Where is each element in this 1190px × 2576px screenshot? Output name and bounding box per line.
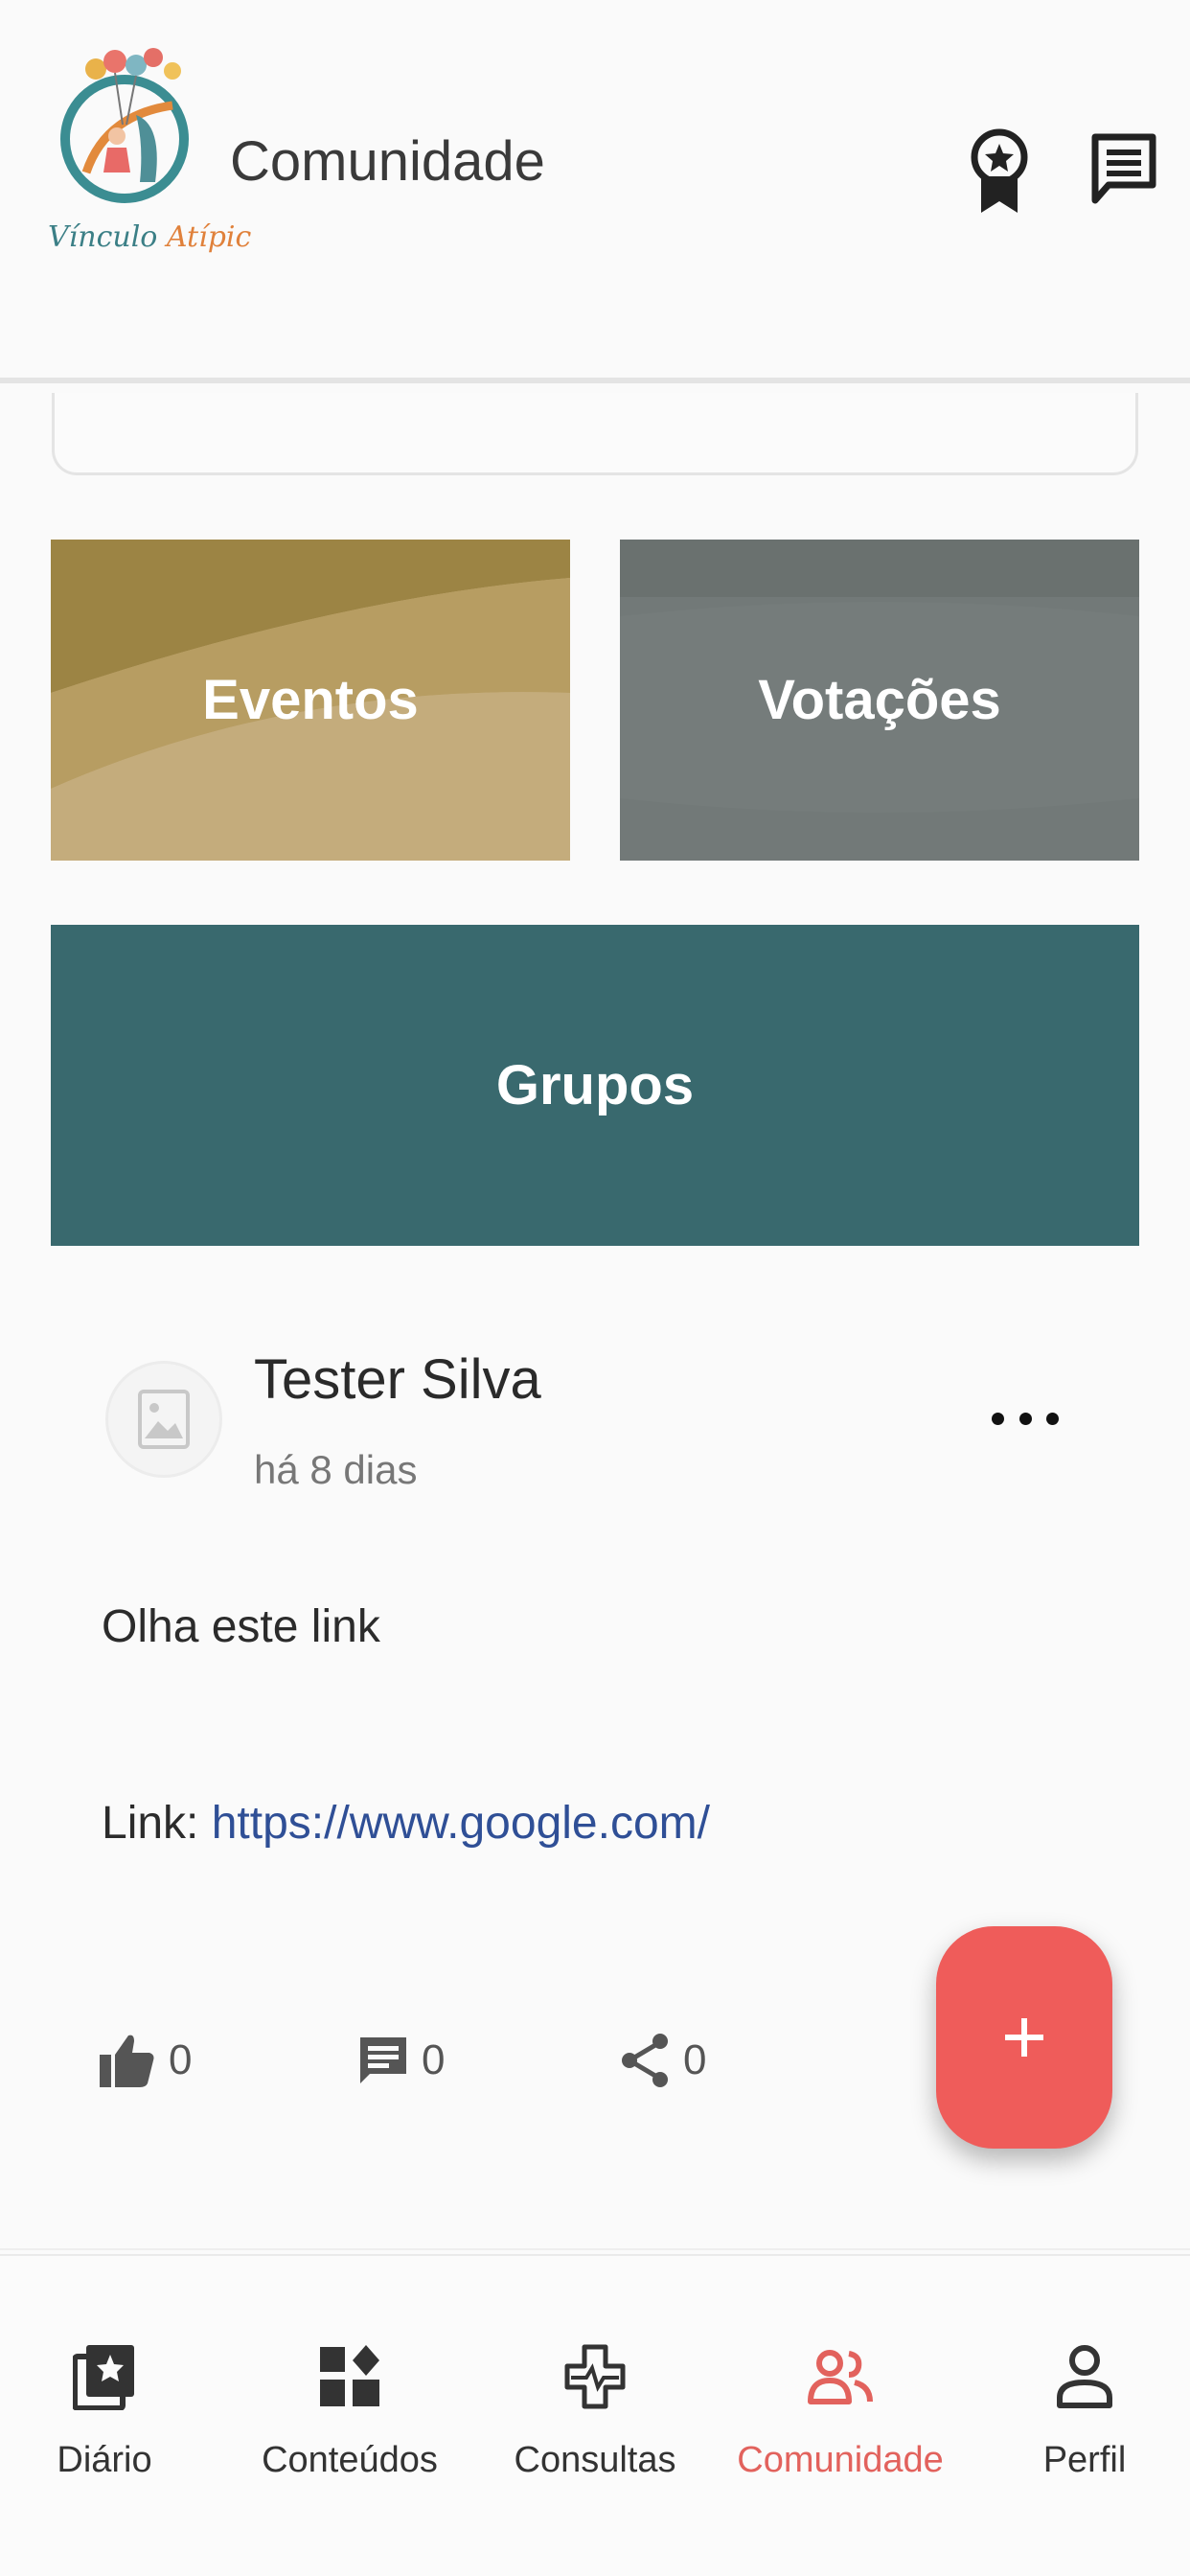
avatar[interactable] bbox=[105, 1361, 222, 1478]
grupos-label: Grupos bbox=[495, 1054, 695, 1116]
nav-item-consultas[interactable]: Consultas bbox=[476, 2340, 714, 2513]
nav-label-consultas: Consultas bbox=[514, 2440, 676, 2480]
collapsed-card bbox=[52, 393, 1138, 475]
more-options-icon[interactable] bbox=[992, 1399, 1059, 1438]
share-count: 0 bbox=[683, 2036, 707, 2083]
nav-label-diario: Diário bbox=[57, 2440, 152, 2480]
app-logo: Vínculo Atípic bbox=[48, 48, 251, 268]
post-text: Olha este link bbox=[102, 1601, 380, 1652]
comment-button[interactable]: 0 bbox=[356, 2017, 445, 2104]
comment-icon bbox=[360, 2037, 406, 2083]
nav-label-perfil: Perfil bbox=[1042, 2440, 1127, 2480]
nav-label-comunidade: Comunidade bbox=[737, 2440, 944, 2480]
post-divider bbox=[0, 2248, 1190, 2250]
nav-item-comunidade[interactable]: Comunidade bbox=[721, 2340, 959, 2513]
widgets-icon bbox=[313, 2340, 386, 2413]
grupos-tile[interactable]: Grupos bbox=[51, 925, 1139, 1246]
comment-count: 0 bbox=[422, 2036, 446, 2083]
logo-text-accent: Atípic bbox=[166, 220, 252, 254]
post-time: há 8 dias bbox=[254, 1447, 418, 1492]
post-author[interactable]: Tester Silva bbox=[254, 1347, 541, 1412]
thumbs-up-icon bbox=[100, 2035, 154, 2087]
page-title: Comunidade bbox=[230, 130, 545, 193]
share-button[interactable]: 0 bbox=[618, 2017, 706, 2104]
nav-label-conteudos: Conteúdos bbox=[262, 2440, 438, 2480]
medical-cross-icon bbox=[559, 2340, 631, 2413]
eventos-tile[interactable]: Eventos bbox=[51, 540, 570, 861]
nav-item-perfil[interactable]: Perfil bbox=[966, 2340, 1190, 2513]
nav-item-diario[interactable]: Diário bbox=[0, 2340, 223, 2513]
app-header: Vínculo Atípic Comunidade bbox=[0, 0, 1190, 383]
votacoes-tile[interactable]: Votações bbox=[620, 540, 1139, 861]
like-count: 0 bbox=[169, 2036, 193, 2083]
votacoes-label: Votações bbox=[758, 669, 1001, 731]
post-link-row: Link: https://www.google.com/ bbox=[102, 1797, 710, 1850]
plus-icon bbox=[1005, 2018, 1043, 2057]
post-link[interactable]: https://www.google.com/ bbox=[212, 1798, 710, 1849]
people-icon bbox=[804, 2340, 877, 2413]
add-post-button[interactable] bbox=[936, 1926, 1112, 2149]
badge-icon[interactable] bbox=[958, 125, 1041, 217]
person-icon bbox=[1048, 2340, 1121, 2413]
chat-icon[interactable] bbox=[1083, 125, 1165, 217]
like-button[interactable]: 0 bbox=[96, 2017, 192, 2104]
eventos-label: Eventos bbox=[202, 669, 419, 731]
post-link-label: Link: bbox=[102, 1798, 212, 1849]
nav-item-conteudos[interactable]: Conteúdos bbox=[231, 2340, 469, 2513]
logo-text-primary: Vínculo bbox=[48, 220, 158, 254]
bottom-nav: Diário Conteúdos Consultas Comunidade Pe… bbox=[0, 2254, 1190, 2576]
diary-icon bbox=[68, 2340, 141, 2413]
share-icon bbox=[622, 2034, 668, 2087]
